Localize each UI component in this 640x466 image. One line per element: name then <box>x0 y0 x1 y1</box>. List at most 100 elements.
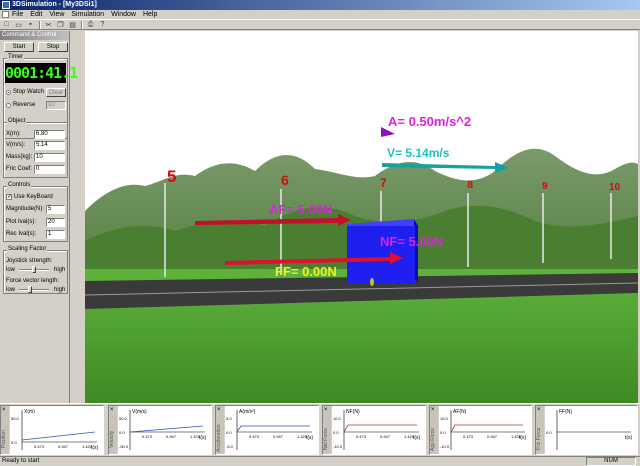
graph-y-label: V(m/s) <box>132 409 147 415</box>
save-icon[interactable]: ▪ <box>26 20 35 29</box>
menu-edit[interactable]: Edit <box>30 11 42 18</box>
graph-close-icon[interactable]: × <box>110 407 114 413</box>
clear-button[interactable]: Clear <box>46 88 66 97</box>
reverse-radio[interactable] <box>6 103 11 108</box>
timer-display: 0001:41.1 <box>5 63 78 83</box>
graph-x-label: t(s) <box>199 435 207 441</box>
menu-file[interactable]: File <box>12 11 23 18</box>
graph-panel[interactable]: × Velocity V(m/s) t(s) 50.0 0.0 -50.0 0.473 0.94… <box>108 405 212 455</box>
graph-x-tick: 0.473 <box>142 434 153 439</box>
applied-force-label: AF= 5.00N <box>269 202 332 217</box>
graph-sidebar: × App Force <box>430 406 438 454</box>
plot-interval-label: Plot Ival(s): <box>6 219 37 225</box>
graph-x-label: t(s) <box>625 435 633 441</box>
graph-y-tick: -10.0 <box>440 444 450 449</box>
scaling-group-title: Scaling Factor <box>7 246 48 252</box>
rec-interval-field[interactable]: 1 <box>46 230 65 239</box>
rec-interval-label: Rec Ival(s): <box>6 231 37 237</box>
start-button[interactable]: Start <box>4 42 34 52</box>
title-bar[interactable]: 3DSimulation - [My3DSi1] <box>0 0 640 10</box>
graph-close-icon[interactable]: × <box>2 407 6 413</box>
marker-label-9: 9 <box>542 181 548 192</box>
menu-help[interactable]: Help <box>143 11 157 18</box>
graph-tab-label: Net Force <box>323 428 329 450</box>
graph-sidebar: × Velocity <box>109 406 117 454</box>
controls-group-title: Controls <box>7 182 32 188</box>
graph-y-tick: -5.0 <box>226 444 234 449</box>
use-keyboard-checkbox[interactable]: ✓ <box>6 194 12 200</box>
stop-watch-radio[interactable] <box>6 90 11 95</box>
force-slider-thumb[interactable] <box>28 286 33 293</box>
graph-series-line <box>450 424 523 433</box>
open-folder-icon[interactable]: ▭ <box>14 20 23 29</box>
mass-label: Mass(kg): <box>6 154 33 160</box>
panel-title: Command & Control <box>0 31 69 40</box>
graph-x-label: t(s) <box>91 445 99 451</box>
graph-strip: × Position X(m) t(s) 50.0 0.0 0.473 0.947 1.420 ×… <box>0 403 640 455</box>
print-icon[interactable]: ⎙ <box>86 20 95 29</box>
new-file-icon[interactable]: □ <box>2 20 11 29</box>
x-field[interactable]: 6.80 <box>34 130 65 139</box>
object-group-title: Object <box>7 118 27 124</box>
toolbar: □ ▭ ▪ ✂ ❐ ▤ ⎙ ? <box>0 19 640 30</box>
cut-icon[interactable]: ✂ <box>44 20 53 29</box>
v-field[interactable]: 5.14 <box>34 141 65 150</box>
friction-vector-stub <box>370 278 374 286</box>
marker-label-8: 8 <box>467 179 473 191</box>
reverse-field[interactable]: 10 <box>46 101 66 110</box>
graph-series-line <box>129 425 204 433</box>
simulation-viewport[interactable]: 5 6 7 8 9 10 A= 0.50m/s^2 V= 5.14m/s AF=… <box>85 31 638 403</box>
graph-panel[interactable]: × Acceleration A(m/s²) t(s) 5.0 0.0 -5.0 0.473 0… <box>215 405 319 455</box>
fric-coef-field[interactable]: 0 <box>34 165 65 174</box>
help-icon[interactable]: ? <box>98 20 107 29</box>
graph-panel[interactable]: × Net Force NF(N) t(s) 10.0 0.0 -10.0 0.473 0.94… <box>322 405 426 455</box>
graph-plot-area: AF(N) t(s) 10.0 0.0 -10.0 0.473 0.947 1.420 <box>439 406 531 454</box>
status-bar: Ready to start NUM <box>0 456 640 466</box>
graph-y-tick: -50.0 <box>119 444 129 449</box>
force-high-label: high <box>54 287 66 293</box>
plot-interval-field[interactable]: 20 <box>46 218 65 227</box>
graph-close-icon[interactable]: × <box>431 407 435 413</box>
menu-view[interactable]: View <box>49 11 64 18</box>
graph-x-tick: 0.473 <box>34 444 45 449</box>
graph-y-label: X(m) <box>24 409 35 415</box>
use-keyboard-label: Use KeyBoard <box>14 194 53 200</box>
graph-x-tick: 1.420 <box>82 444 93 449</box>
graph-panel[interactable]: × App Force AF(N) t(s) 10.0 0.0 -10.0 0.473 0.94… <box>429 405 532 455</box>
graph-plot-area: A(m/s²) t(s) 5.0 0.0 -5.0 0.473 0.947 1.420 <box>225 406 318 454</box>
menu-window[interactable]: Window <box>111 11 136 18</box>
timer-group-title: Timer <box>7 54 25 60</box>
graph-x-tick: 1.420 <box>297 434 308 439</box>
graph-sidebar: × Acceleration <box>216 406 224 454</box>
graph-series-line <box>343 424 417 433</box>
graph-close-icon[interactable]: × <box>537 407 541 413</box>
copy-icon[interactable]: ❐ <box>56 20 65 29</box>
graph-y-tick: 0.0 <box>11 440 17 445</box>
graph-x-label: t(s) <box>413 435 421 441</box>
mass-field[interactable]: 10 <box>34 153 65 162</box>
graph-panel[interactable]: × Position X(m) t(s) 50.0 0.0 0.473 0.947 1.420 <box>0 405 104 455</box>
graph-x-tick: 0.947 <box>487 434 498 439</box>
menu-simulation[interactable]: Simulation <box>71 11 104 18</box>
joystick-high-label: high <box>54 267 66 273</box>
graph-x-tick: 1.420 <box>511 434 522 439</box>
toolbar-separator <box>39 20 41 29</box>
graph-tab-label: Fric Force <box>536 427 542 451</box>
graph-x-tick: 0.947 <box>380 434 391 439</box>
graph-tab-label: Position <box>1 430 7 448</box>
graph-svg: AF(N)t(s)10.00.0-10.00.473 0.947 1.420 <box>440 409 527 450</box>
graph-panel[interactable]: × Fric Force FF(N) t(s) 0.0 <box>535 405 638 455</box>
joystick-slider-thumb[interactable] <box>32 266 36 273</box>
paste-icon[interactable]: ▤ <box>68 20 77 29</box>
graph-close-icon[interactable]: × <box>217 407 221 413</box>
graph-close-icon[interactable]: × <box>324 407 328 413</box>
magnitude-field[interactable]: 5 <box>46 205 65 214</box>
graph-y-tick: 50.0 <box>119 416 128 421</box>
stop-button[interactable]: Stop <box>38 42 68 52</box>
joystick-low-label: low <box>6 267 16 273</box>
app-icon <box>2 1 10 9</box>
graph-y-tick: 10.0 <box>440 416 449 421</box>
marker-label-7: 7 <box>380 176 387 190</box>
velocity-label: V= 5.14m/s <box>387 146 450 160</box>
graph-x-tick: 1.420 <box>404 434 415 439</box>
